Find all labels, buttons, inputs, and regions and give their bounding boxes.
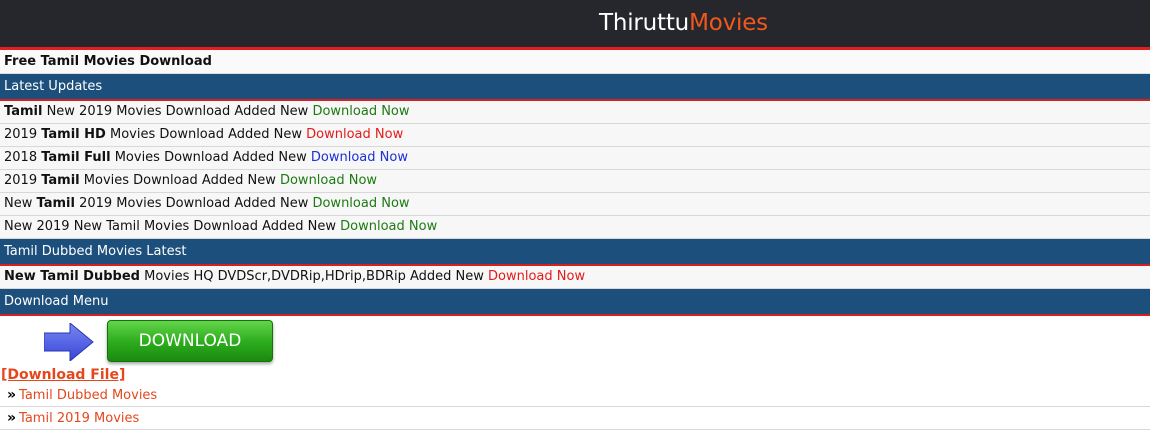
row-text: New 2019 Movies Download Added New [42,104,313,119]
logo-part-movies: Movies [689,10,768,36]
download-now-link[interactable]: Download Now [340,219,437,234]
site-logo[interactable]: ThiruttuMovies [599,10,768,36]
row-text: 2019 [4,173,42,188]
download-now-link[interactable]: Download Now [280,173,377,188]
download-banner: DOWNLOAD [0,316,1150,366]
double-chevron-right-icon: » [7,410,17,426]
section-tamil-dubbed: Tamil Dubbed Movies Latest [0,239,1150,266]
row-bold-text: New Tamil Dubbed [4,269,140,284]
section-download-menu: Download Menu [0,289,1150,316]
list-item: 2019 Tamil Movies Download Added New Dow… [0,170,1150,193]
list-item: 2019 Tamil HD Movies Download Added New … [0,124,1150,147]
download-now-link[interactable]: Download Now [312,104,409,119]
row-bold-text: Tamil [41,173,80,188]
download-now-link[interactable]: Download Now [312,196,409,211]
download-button[interactable]: DOWNLOAD [107,320,273,362]
row-text: Movies Download Added New [105,127,307,142]
row-text: Movies Download Added New [110,150,311,165]
logo-part-thiruttu: Thiruttu [599,10,690,36]
intro-heading: Free Tamil Movies Download [0,50,1150,74]
list-item: New 2019 New Tamil Movies Download Added… [0,216,1150,239]
row-bold-text: Tamil [36,196,75,211]
download-now-link[interactable]: Download Now [311,150,408,165]
download-file-link[interactable]: [Download File] [1,366,125,384]
list-item: New Tamil Dubbed Movies HQ DVDScr,DVDRip… [0,266,1150,289]
download-now-link[interactable]: Download Now [306,127,403,142]
download-file-row: [Download File] [0,366,1150,384]
row-text: 2018 [4,150,42,165]
row-bold-text: Tamil HD [41,127,106,142]
row-bold-text: Tamil Full [41,150,111,165]
row-text: Movies HQ DVDScr,DVDRip,HDrip,BDRip Adde… [139,269,489,284]
list-item: New Tamil 2019 Movies Download Added New… [0,193,1150,216]
list-item: Tamil New 2019 Movies Download Added New… [0,101,1150,124]
latest-updates-list: Tamil New 2019 Movies Download Added New… [0,101,1150,239]
list-item: 2018 Tamil Full Movies Download Added Ne… [0,147,1150,170]
site-header: ThiruttuMovies [0,0,1150,50]
menu-item-label[interactable]: Tamil 2019 Movies [19,411,139,426]
menu-item-label[interactable]: Tamil Dubbed Movies [19,388,157,403]
double-chevron-right-icon: » [7,387,17,403]
arrow-right-icon [44,323,94,361]
section-latest-updates: Latest Updates [0,74,1150,101]
row-text: Movies Download Added New [79,173,280,188]
row-text: 2019 [4,127,42,142]
row-text: 2019 Movies Download Added New [74,196,313,211]
download-now-link[interactable]: Download Now [488,269,585,284]
menu-item-tamil-dubbed[interactable]: » Tamil Dubbed Movies [0,384,1150,407]
row-text: New 2019 New Tamil Movies Download Added… [4,219,341,234]
menu-item-tamil-2019[interactable]: » Tamil 2019 Movies [0,407,1150,430]
row-text: New [4,196,37,211]
row-bold-text: Tamil [4,104,43,119]
